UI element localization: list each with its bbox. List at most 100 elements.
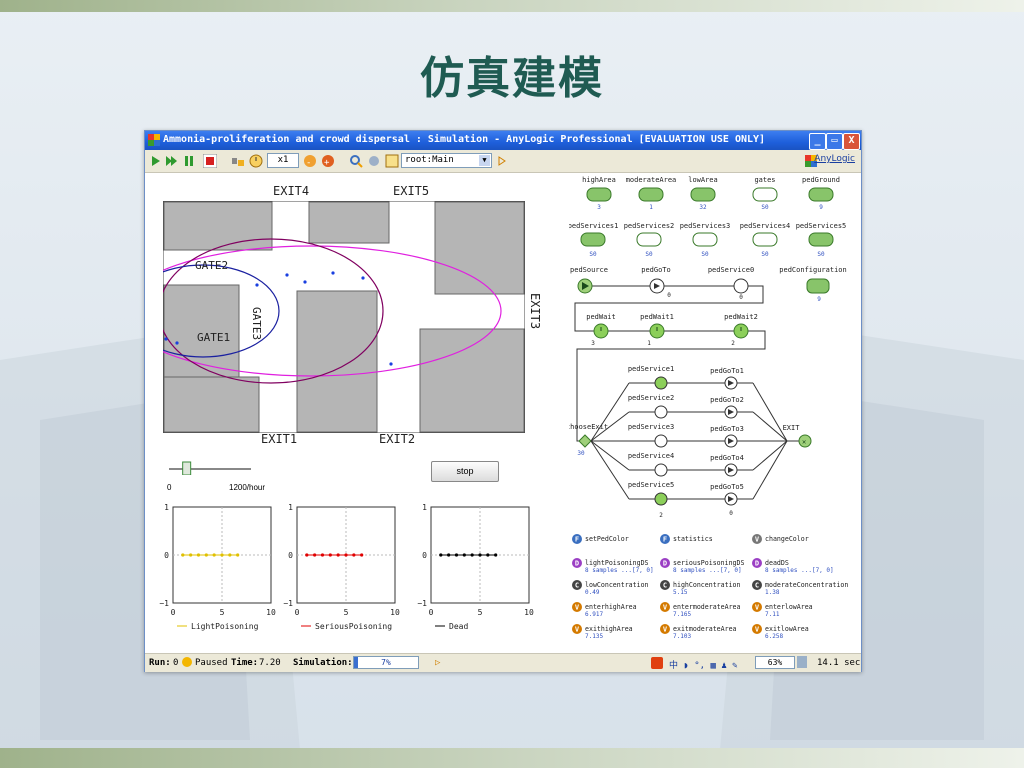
refresh-icon[interactable]	[367, 154, 381, 168]
arrival-rate-slider[interactable]	[167, 461, 257, 475]
variable-name[interactable]: changeColor	[765, 535, 809, 543]
x-tick-label: 0	[429, 608, 434, 617]
minimize-button[interactable]: _	[809, 133, 826, 150]
pedservice0-icon[interactable]	[733, 278, 749, 294]
lowArea-icon[interactable]	[690, 187, 716, 202]
anylogic-window: Ammonia-proliferation and crowd dispersa…	[144, 130, 862, 672]
simulation-progress: 7%	[353, 656, 419, 669]
variable-name[interactable]: lightPoisoningDS	[585, 559, 649, 567]
variable-badge-letter: F	[575, 536, 579, 544]
variable-value: 6.917	[585, 611, 603, 618]
paused-icon	[182, 657, 192, 667]
data-point	[344, 553, 348, 557]
clock-icon[interactable]	[249, 154, 263, 168]
zoom-icon[interactable]	[349, 154, 363, 168]
variable-name[interactable]: deadDS	[765, 559, 789, 567]
pedServices4-icon[interactable]	[752, 232, 778, 247]
exit-in-count: 30	[577, 450, 585, 457]
data-point	[189, 553, 193, 557]
variable-name[interactable]: moderateConcentration	[765, 581, 848, 589]
tree-icon[interactable]	[385, 154, 399, 168]
variable-name[interactable]: highConcentration	[673, 581, 741, 589]
variable-badge-letter: C	[755, 582, 759, 590]
gates-icon[interactable]	[752, 187, 778, 202]
moderateArea-icon[interactable]	[638, 187, 664, 202]
maximize-button[interactable]: ▭	[826, 133, 843, 150]
variable-name[interactable]: lowConcentration	[585, 581, 649, 589]
pedService5-icon[interactable]	[654, 492, 668, 506]
input-method-icons[interactable]: 中 ◗ °, ▦ ♟ ✎	[669, 658, 738, 671]
run-until-icon[interactable]	[165, 154, 179, 168]
ime-icon[interactable]	[651, 657, 663, 669]
variable-name[interactable]: entermoderateArea	[673, 603, 741, 611]
step-icon[interactable]	[231, 154, 245, 168]
data-point	[454, 553, 459, 557]
block-label-pedService3: pedService3	[628, 423, 674, 431]
pedService3-icon[interactable]	[654, 434, 668, 448]
variable-value: 7.11	[765, 611, 780, 618]
close-button[interactable]: X	[843, 133, 860, 150]
data-point	[352, 553, 356, 557]
play-marker-icon[interactable]	[497, 154, 507, 168]
model-select-value: root:Main	[405, 155, 454, 165]
pedServices2-icon[interactable]	[636, 232, 662, 247]
data-point	[486, 553, 490, 557]
x-tick-label: 10	[266, 608, 276, 617]
block-label-pedConfiguration: pedConfiguration	[779, 266, 846, 274]
speed-up-icon[interactable]: +	[321, 154, 335, 168]
variable-name[interactable]: statistics	[673, 535, 713, 543]
slide-title: 仿真建模	[420, 53, 604, 104]
y-tick-label: 0	[422, 551, 427, 560]
run-label: Run:	[149, 658, 171, 668]
pedService1-icon[interactable]	[654, 376, 668, 390]
pedServices3-icon[interactable]	[692, 232, 718, 247]
pedServices1-icon[interactable]	[580, 232, 606, 247]
wait-count: 1	[647, 340, 651, 347]
stop-button[interactable]: stop	[431, 461, 499, 482]
y-tick-label: 1	[164, 503, 169, 512]
data-point	[305, 553, 309, 557]
run-icon[interactable]	[151, 154, 161, 168]
speed-field[interactable]: x1	[267, 153, 299, 168]
variable-value: 0.49	[585, 589, 600, 596]
x-tick-label: 5	[344, 608, 349, 617]
variable-name[interactable]: exitmoderateArea	[673, 625, 737, 633]
chart-1: 10−10 5 10LightPoisoning	[159, 503, 276, 631]
variable-badge-letter: F	[663, 536, 667, 544]
y-tick-label: 0	[164, 551, 169, 560]
pedGround-icon[interactable]	[808, 187, 834, 202]
anylogic-link[interactable]: AnyLogic	[814, 154, 855, 164]
speed-down-icon[interactable]: -	[303, 154, 317, 168]
choose-exit-icon[interactable]	[578, 434, 592, 448]
y-tick-label: −1	[417, 599, 427, 608]
highArea-icon[interactable]	[586, 187, 612, 202]
block-label-pedGoTo3: pedGoTo3	[710, 425, 744, 433]
variable-badge-letter: D	[755, 560, 759, 568]
slider-max-label: 1200/hour	[229, 483, 266, 492]
variable-name[interactable]: enterlowArea	[765, 603, 813, 611]
variable-name[interactable]: seriousPoisoningDS	[673, 559, 744, 567]
bottom-band	[0, 748, 1024, 768]
pause-icon[interactable]	[183, 154, 195, 168]
exit3-label: EXIT3	[528, 293, 542, 329]
zoom-field[interactable]: 63%	[755, 656, 795, 669]
model-select[interactable]: root:Main ▼	[401, 153, 492, 168]
window-titlebar[interactable]: Ammonia-proliferation and crowd dispersa…	[145, 131, 861, 150]
variable-name[interactable]: exithighArea	[585, 625, 633, 633]
pedService2-icon[interactable]	[654, 405, 668, 419]
pedServices5-icon[interactable]	[808, 232, 834, 247]
window-title: Ammonia-proliferation and crowd dispersa…	[163, 134, 766, 145]
data-point	[462, 553, 466, 557]
variable-value: 7.165	[673, 611, 691, 618]
service-count-pedServices4: S0	[761, 251, 769, 258]
status-play-marker-icon[interactable]: ▷	[435, 658, 440, 668]
variable-name[interactable]: enterhighArea	[585, 603, 637, 611]
variable-name[interactable]: setPedColor	[585, 535, 629, 543]
pedconfiguration-icon[interactable]	[806, 278, 830, 294]
slider-thumb[interactable]	[182, 461, 192, 475]
pedService4-icon[interactable]	[654, 463, 668, 477]
stop-icon[interactable]	[203, 154, 217, 168]
branch-connector	[752, 440, 788, 500]
variable-name[interactable]: exitlowArea	[765, 625, 809, 633]
data-point	[360, 553, 364, 557]
